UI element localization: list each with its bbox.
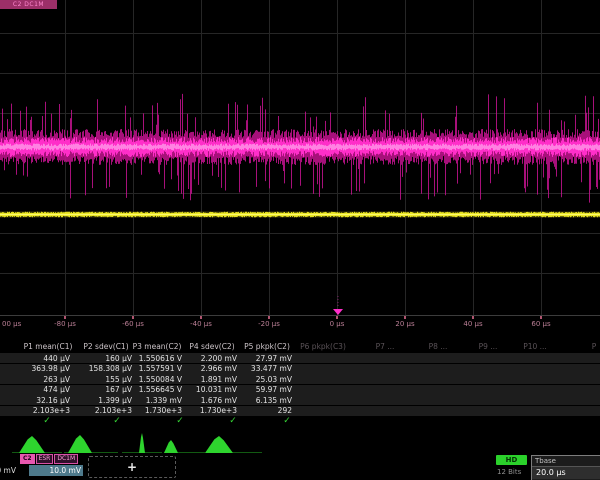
histicon-p5[interactable] xyxy=(205,436,233,453)
hd-bits-label: 12 Bits xyxy=(497,468,521,476)
c2-mode-chip: ESR xyxy=(36,454,54,464)
measurement-header-6: P6 pkpk(C3) xyxy=(300,342,346,351)
oscilloscope-screen: C2 DC1M 00 µs -80 µs -60 µs -40 µs -20 µs 0 µ… xyxy=(0,0,600,480)
measurement-value-value: 27.97 mV xyxy=(256,354,292,363)
measurement-header-1[interactable]: P1 mean(C1) xyxy=(24,342,73,351)
tbase-label: Tbase xyxy=(532,456,600,466)
measurement-status-check: ✓ xyxy=(43,416,51,426)
measurement-value-value: 1.550616 V xyxy=(139,354,182,363)
c2-descriptor[interactable]: C2 ESR DC1M 10.0 mV xyxy=(20,454,83,479)
measurement-header-2[interactable]: P2 sdev(C1) xyxy=(83,342,128,351)
measurement-sdev-value: 6.135 mV xyxy=(256,396,292,405)
axis-tick-label: -20 µs xyxy=(258,320,280,328)
measurement-num-value: 1.730e+3 xyxy=(200,406,237,415)
measurement-max-value: 474 µV xyxy=(43,385,70,394)
axis-tick xyxy=(132,316,134,319)
measurement-mean-value: 2.966 mV xyxy=(201,364,237,373)
c2-trace-chip: C2 DC1M xyxy=(0,0,57,9)
axis-tick-label: 40 µs xyxy=(463,320,482,328)
measurement-max-value: 59.97 mV xyxy=(256,385,292,394)
table-row-stripe xyxy=(0,395,600,405)
measurement-num-value: 1.730e+3 xyxy=(145,406,182,415)
measurement-header-7: P7 ... xyxy=(376,342,395,351)
measurement-header-10: P10 ... xyxy=(523,342,547,351)
measurement-mean-value: 158.308 µV xyxy=(89,364,132,373)
measurement-sdev-value: 1.676 mV xyxy=(201,396,237,405)
descriptor-bar: C1 DC1M 10.0 mV C2 ESR DC1M 10.0 mV + HD… xyxy=(0,453,600,480)
measurement-mean-value: 1.557591 V xyxy=(139,364,182,373)
axis-tick-label: -80 µs xyxy=(54,320,76,328)
axis-tick xyxy=(64,316,66,319)
axis-tick-label: 20 µs xyxy=(395,320,414,328)
table-row-stripe xyxy=(0,406,600,416)
table-row-stripe xyxy=(0,374,600,384)
measurement-max-value: 1.556645 V xyxy=(139,385,182,394)
measurement-max-value: 167 µV xyxy=(105,385,132,394)
hd-mode-badge[interactable]: HD xyxy=(496,455,527,465)
timebase-descriptor[interactable]: Tbase 20.0 µs xyxy=(531,455,600,480)
measurement-status-check: ✓ xyxy=(283,416,291,426)
measurement-header-11: P xyxy=(592,342,597,351)
table-row-stripe xyxy=(0,353,600,363)
c2-channel-chip: C2 xyxy=(20,454,35,464)
measurement-status-check: ✓ xyxy=(229,416,237,426)
measurement-value-value: 160 µV xyxy=(105,354,132,363)
c2-scale-value: 10.0 mV xyxy=(29,465,83,476)
measurement-sdev-value: 1.339 mV xyxy=(146,396,182,405)
table-row-stripe xyxy=(0,385,600,395)
axis-tick-label: -40 µs xyxy=(190,320,212,328)
c1-scale-value: 10.0 mV xyxy=(0,465,18,476)
measurement-header-4[interactable]: P4 sdev(C2) xyxy=(189,342,234,351)
histicon-p3[interactable] xyxy=(139,433,145,453)
axis-tick xyxy=(404,316,406,319)
measurement-status-check: ✓ xyxy=(176,416,184,426)
measurement-num-value: 2.103e+3 xyxy=(95,406,132,415)
axis-tick-label: 0 µs xyxy=(330,320,345,328)
axis-tick xyxy=(336,316,338,319)
measurement-header-5[interactable]: P5 pkpk(C2) xyxy=(244,342,290,351)
histicon-p1[interactable] xyxy=(19,436,45,453)
measurement-num-value: 292 xyxy=(278,406,292,415)
measurement-value-value: 2.200 mV xyxy=(201,354,237,363)
histicon-p2[interactable] xyxy=(68,435,92,453)
measurement-mean-value: 363.98 µV xyxy=(31,364,70,373)
measurement-value-value: 440 µV xyxy=(43,354,70,363)
time-axis-line xyxy=(0,315,600,316)
axis-tick-label: 00 µs xyxy=(2,320,21,328)
measurement-sdev-value: 1.399 µV xyxy=(98,396,132,405)
measurement-max-value: 10.031 mV xyxy=(196,385,237,394)
measurement-header-9: P9 ... xyxy=(479,342,498,351)
histicon-p4[interactable] xyxy=(164,440,178,453)
measurement-min-value: 25.03 mV xyxy=(256,375,292,384)
axis-tick-label: 60 µs xyxy=(531,320,550,328)
c2-coupling-chip: DC1M xyxy=(54,454,78,464)
measurement-header-8: P8 ... xyxy=(429,342,448,351)
measurement-min-value: 1.891 mV xyxy=(201,375,237,384)
axis-tick xyxy=(268,316,270,319)
waveform-traces xyxy=(0,0,600,338)
axis-tick-label: -60 µs xyxy=(122,320,144,328)
measurement-min-value: 1.550084 V xyxy=(139,375,182,384)
axis-tick xyxy=(200,316,202,319)
measurement-header-3[interactable]: P3 mean(C2) xyxy=(133,342,182,351)
c1-descriptor[interactable]: C1 DC1M 10.0 mV xyxy=(0,454,18,479)
measurement-num-value: 2.103e+3 xyxy=(33,406,70,415)
tbase-value: 20.0 µs xyxy=(532,466,600,479)
axis-tick xyxy=(540,316,542,319)
measurement-min-value: 155 µV xyxy=(105,375,132,384)
measurement-min-value: 263 µV xyxy=(43,375,70,384)
measurement-status-check: ✓ xyxy=(113,416,121,426)
axis-tick xyxy=(472,316,474,319)
measurement-mean-value: 33.477 mV xyxy=(251,364,292,373)
measurement-sdev-value: 32.16 µV xyxy=(36,396,70,405)
add-trace-button[interactable]: + xyxy=(88,456,176,478)
